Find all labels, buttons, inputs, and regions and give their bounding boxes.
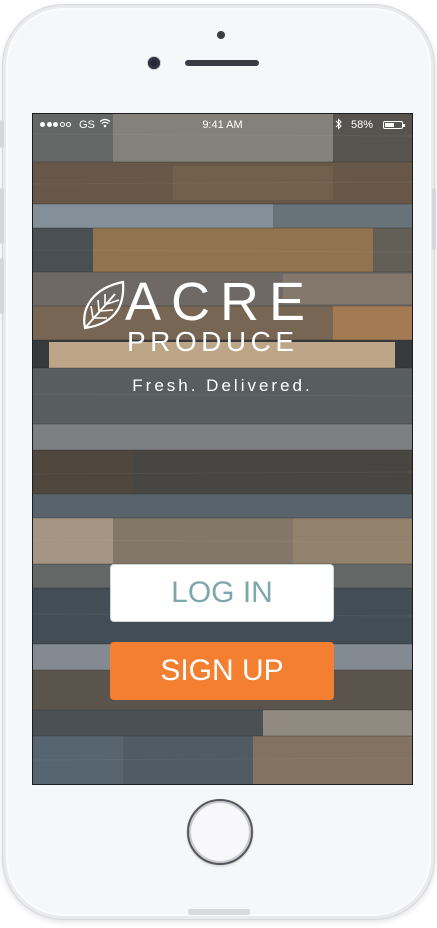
brand-name-line1: ACRE	[125, 272, 316, 332]
battery-fill	[385, 123, 394, 127]
login-button[interactable]: LOG IN	[110, 564, 334, 622]
brand-name-line2: PRODUCE	[127, 326, 299, 357]
volume-up-button	[0, 188, 4, 244]
app-screen: GS 9:41 AM 58% ACRE PRODUCE Fresh. Deliv…	[32, 113, 413, 785]
front-camera	[148, 57, 160, 69]
mute-switch	[0, 120, 4, 148]
volume-down-button	[0, 258, 4, 314]
sensor-dot	[217, 31, 225, 39]
battery-icon	[383, 121, 405, 129]
battery-percentage: 58%	[351, 119, 374, 131]
earpiece-speaker	[185, 60, 259, 66]
home-button[interactable]	[187, 799, 253, 865]
bluetooth-icon	[335, 118, 342, 130]
phone-frame: GS 9:41 AM 58% ACRE PRODUCE Fresh. Deliv…	[2, 4, 435, 920]
bottom-edge	[188, 909, 250, 915]
power-button	[432, 188, 436, 250]
brand-tagline: Fresh. Delivered.	[132, 376, 313, 395]
leaf-icon	[83, 280, 125, 330]
status-bar: GS 9:41 AM 58%	[33, 114, 412, 136]
signup-button[interactable]: SIGN UP	[110, 642, 334, 700]
